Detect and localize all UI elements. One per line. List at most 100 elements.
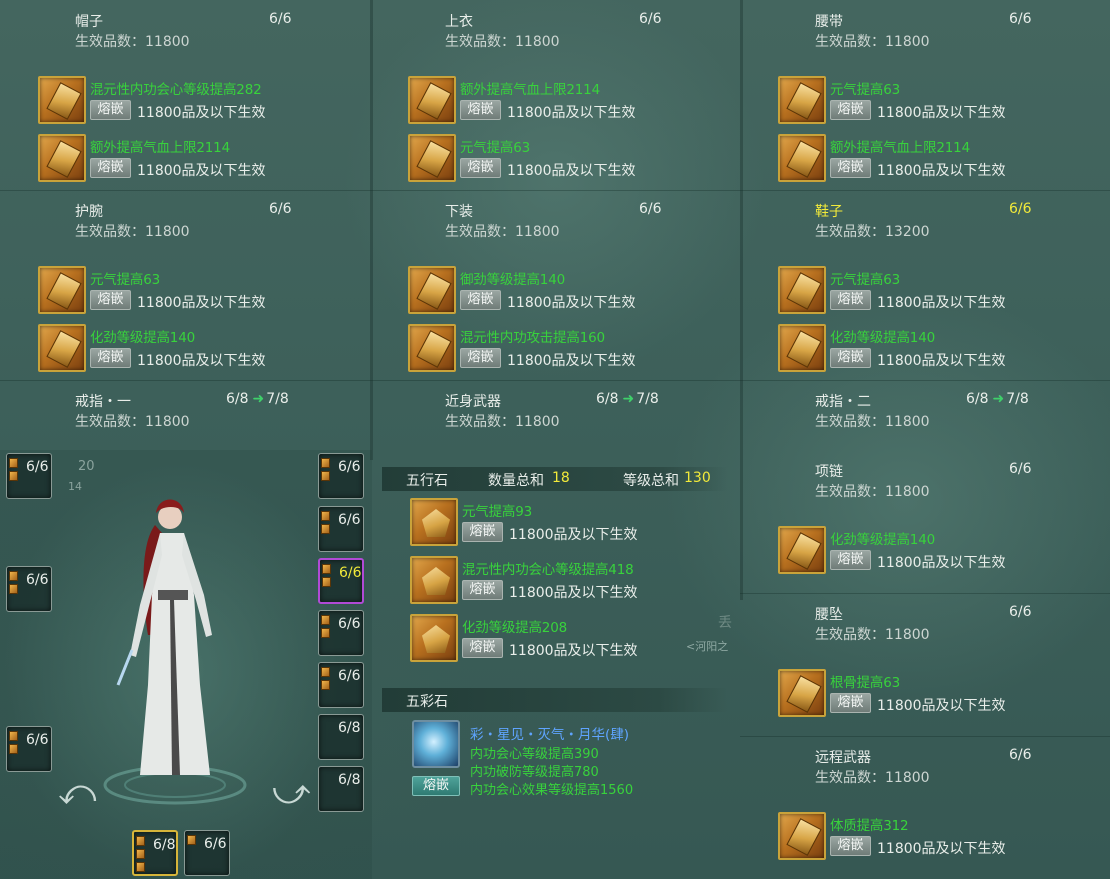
card-title: 鞋子 [815, 204, 843, 220]
card-count: 6/6 [1009, 747, 1032, 763]
rotate-right-icon[interactable]: ⤻ [272, 772, 310, 814]
equip-slot[interactable]: 6/6 [6, 453, 52, 499]
card-title: 护腕 [75, 204, 103, 220]
gem-effect: 11800品及以下生效 [509, 527, 638, 543]
gem-row: 混元性内功攻击提高160 熔嵌 11800品及以下生效 [408, 324, 738, 374]
equip-slot[interactable]: 6/6 [318, 662, 364, 708]
card-grade: 生效品数：13200 [815, 224, 930, 240]
fuse-button[interactable]: 熔嵌 [90, 100, 131, 120]
card-grade: 生效品数：11800 [815, 34, 930, 50]
gem-row: 化劲等级提高140 熔嵌 11800品及以下生效 [778, 526, 1108, 576]
wuxing-gem-row: 化劲等级提高208 熔嵌 11800品及以下生效 [410, 614, 740, 664]
fuse-button[interactable]: 熔嵌 [460, 348, 501, 368]
gem-stone-icon[interactable] [38, 76, 86, 124]
gem-stone-icon[interactable] [778, 76, 826, 124]
wuxing-level: 130 [684, 470, 711, 486]
equip-slot[interactable]: 6/6 [318, 453, 364, 499]
fuse-button[interactable]: 熔嵌 [460, 100, 501, 120]
gem-effect: 11800品及以下生效 [507, 295, 636, 311]
gem-stone-icon[interactable] [38, 134, 86, 182]
card-grade: 生效品数：11800 [445, 34, 560, 50]
gem-name: 元气提高93 [462, 504, 532, 520]
gem-stone-icon[interactable] [408, 134, 456, 182]
equip-card-pants: 下装 6/6 生效品数：11800 御劲等级提高140 熔嵌 11800品及以下… [370, 190, 740, 380]
gem-stone-icon[interactable] [38, 324, 86, 372]
wuxing-stone-icon[interactable] [410, 498, 458, 546]
gem-stone-icon[interactable] [778, 266, 826, 314]
equip-slot[interactable]: 6/6 [318, 506, 364, 552]
equip-card-necklace: 项链 6/6 生效品数：11800 化劲等级提高140 熔嵌 11800品及以下… [740, 450, 1110, 590]
character-preview: 20 14 ⤺ ⤻ [0, 450, 372, 879]
fuse-button[interactable]: 熔嵌 [462, 580, 503, 600]
card-count: 6/6 [639, 201, 662, 217]
gem-stone-icon[interactable] [408, 76, 456, 124]
upgrade-arrow-icon: ➜ [992, 391, 1005, 407]
wuxing-stone-icon[interactable] [410, 556, 458, 604]
fuse-button[interactable]: 熔嵌 [90, 290, 131, 310]
weapon-slot-selected[interactable]: 6/8 [132, 830, 178, 876]
fuse-button[interactable]: 熔嵌 [460, 158, 501, 178]
wuxing-title: 五行石 [406, 473, 448, 489]
fuse-button[interactable]: 熔嵌 [462, 638, 503, 658]
gem-stone-icon[interactable] [778, 324, 826, 372]
gem-row: 元气提高63 熔嵌 11800品及以下生效 [38, 266, 368, 316]
equip-slot[interactable]: 6/6 [6, 566, 52, 612]
gem-name: 额外提高气血上限2114 [460, 82, 600, 98]
fuse-button[interactable]: 熔嵌 [830, 693, 871, 713]
gem-effect: 11800品及以下生效 [877, 698, 1006, 714]
upgrade-arrow-icon: ➜ [622, 391, 635, 407]
equip-slot[interactable]: 6/6 [6, 726, 52, 772]
fuse-button[interactable]: 熔嵌 [412, 776, 460, 796]
wuxing-level-label: 等级总和 [623, 473, 679, 489]
gem-stone-icon[interactable] [778, 526, 826, 574]
colorstone-icon[interactable] [412, 720, 460, 768]
fuse-button[interactable]: 熔嵌 [830, 348, 871, 368]
gem-row: 混元性内功会心等级提高282 熔嵌 11800品及以下生效 [38, 76, 368, 126]
gem-stone-icon[interactable] [38, 266, 86, 314]
gem-stone-icon[interactable] [408, 324, 456, 372]
gem-name: 化劲等级提高208 [462, 620, 567, 636]
gem-stone-icon[interactable] [408, 266, 456, 314]
equip-slot[interactable]: 6/6 [318, 610, 364, 656]
fuse-button[interactable]: 熔嵌 [90, 158, 131, 178]
gem-effect: 11800品及以下生效 [137, 353, 266, 369]
fuse-button[interactable]: 熔嵌 [830, 290, 871, 310]
weapon-slot[interactable]: 6/6 [184, 830, 230, 876]
card-title: 近身武器 [445, 394, 501, 410]
gem-effect: 11800品及以下生效 [877, 353, 1006, 369]
wuxing-stone-icon[interactable] [410, 614, 458, 662]
card-grade: 生效品数：11800 [75, 224, 190, 240]
fuse-button[interactable]: 熔嵌 [830, 550, 871, 570]
fuse-button[interactable]: 熔嵌 [830, 100, 871, 120]
ring-number: 20 [78, 459, 95, 474]
gem-name: 根骨提高63 [830, 675, 900, 691]
gem-effect: 11800品及以下生效 [877, 555, 1006, 571]
card-title: 腰带 [815, 14, 843, 30]
equip-slot[interactable]: 6/8 [318, 766, 364, 812]
equip-card-ring2: 戒指・二 6/8 ➜ 7/8 生效品数：11800 [740, 380, 1110, 450]
fuse-button[interactable]: 熔嵌 [462, 522, 503, 542]
equip-card-top: 上衣 6/6 生效品数：11800 额外提高气血上限2114 熔嵌 11800品… [370, 0, 740, 190]
equip-slot[interactable]: 6/8 [318, 714, 364, 760]
gem-row: 体质提高312 熔嵌 11800品及以下生效 [778, 812, 1108, 862]
gem-stone-icon[interactable] [778, 812, 826, 860]
gem-row: 化劲等级提高140 熔嵌 11800品及以下生效 [778, 324, 1108, 374]
fuse-button[interactable]: 熔嵌 [90, 348, 131, 368]
gem-effect: 11800品及以下生效 [137, 163, 266, 179]
gem-name: 混元性内功会心等级提高282 [90, 82, 262, 98]
wuxing-qty-label: 数量总和 [488, 473, 544, 489]
colorstone-attr: 内功破防等级提高780 [470, 765, 599, 780]
gem-row: 额外提高气血上限2114 熔嵌 11800品及以下生效 [408, 76, 738, 126]
gem-name: 额外提高气血上限2114 [830, 140, 970, 156]
fuse-button[interactable]: 熔嵌 [460, 290, 501, 310]
gem-name: 元气提高63 [830, 272, 900, 288]
gem-stone-icon[interactable] [778, 134, 826, 182]
colorstone-attr: 内功会心效果等级提高1560 [470, 783, 634, 798]
gem-stone-icon[interactable] [778, 669, 826, 717]
rotate-left-icon[interactable]: ⤺ [58, 772, 96, 814]
gem-effect: 11800品及以下生效 [507, 163, 636, 179]
gem-name: 元气提高63 [460, 140, 530, 156]
fuse-button[interactable]: 熔嵌 [830, 158, 871, 178]
fuse-button[interactable]: 熔嵌 [830, 836, 871, 856]
equip-slot-selected[interactable]: 6/6 [318, 558, 364, 604]
